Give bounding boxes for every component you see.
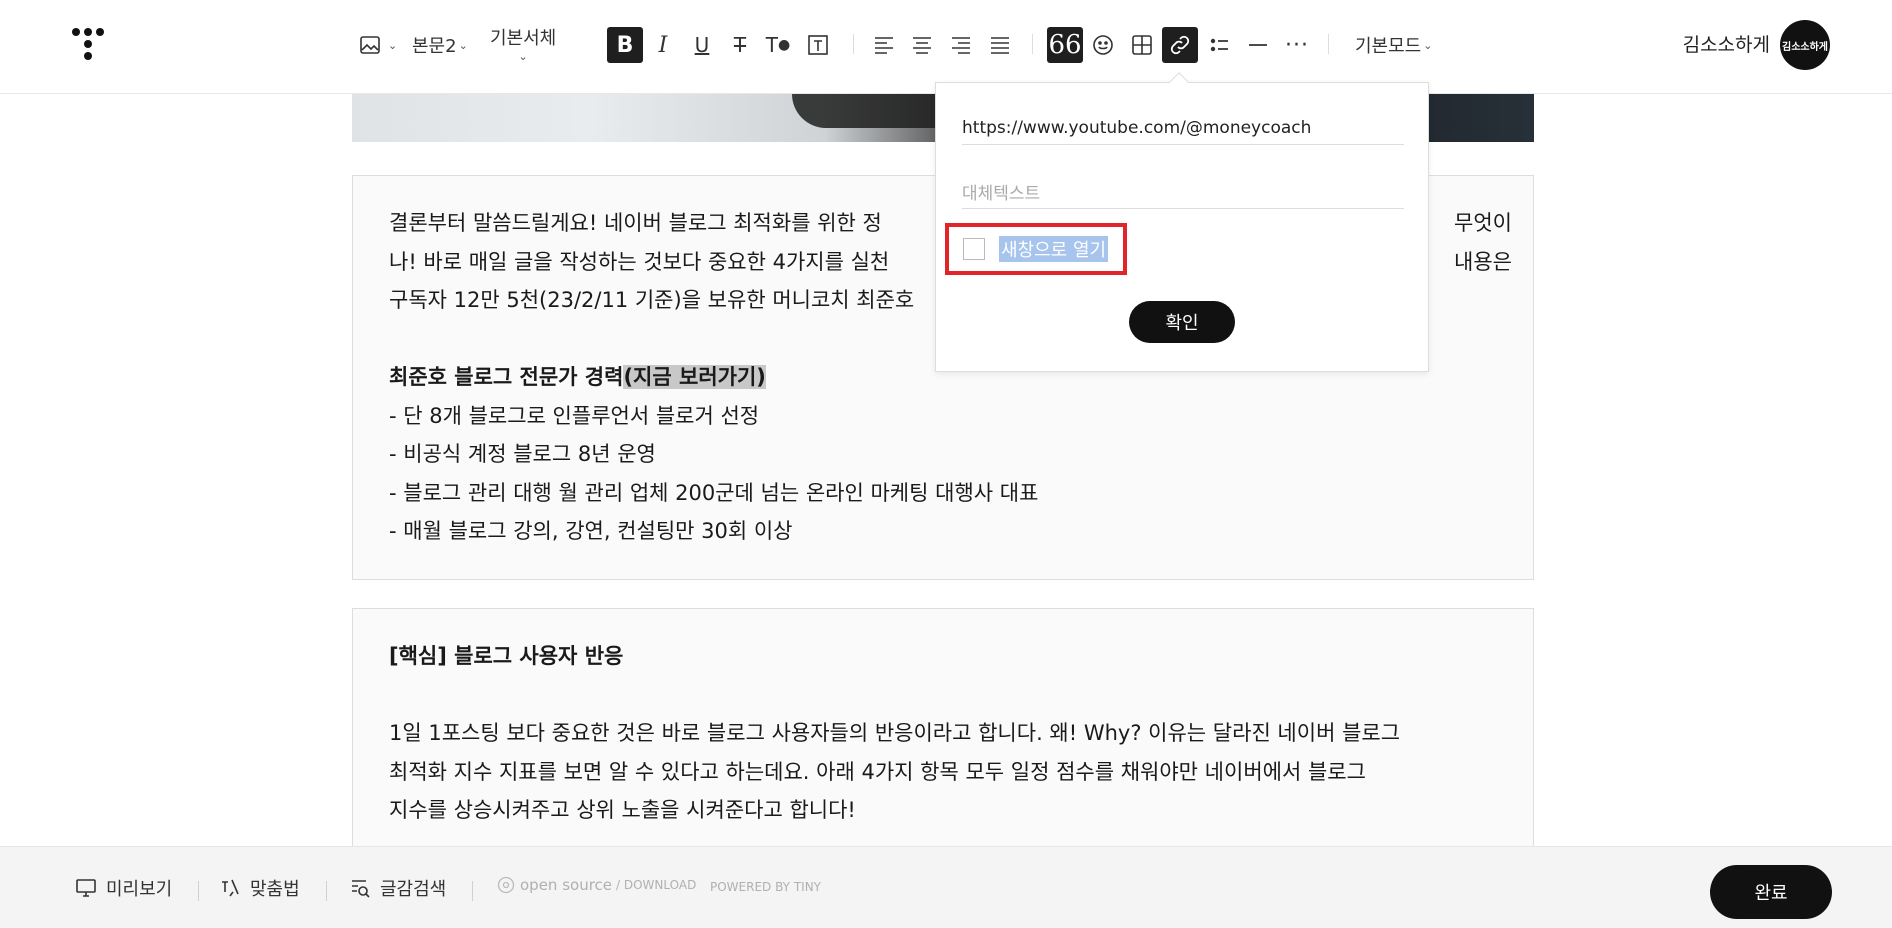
bottom-divider — [198, 881, 199, 901]
user-name[interactable]: 김소소하게 — [1683, 30, 1770, 57]
section-heading: [핵심] 블로그 사용자 반응 — [389, 644, 624, 668]
download-label: / DOWNLOAD — [616, 878, 697, 892]
horizontal-line-button[interactable] — [1240, 22, 1276, 68]
spellcheck-label: 맞춤법 — [250, 879, 300, 900]
smiley-icon — [1085, 27, 1121, 63]
text-color-button[interactable]: T ● — [760, 22, 796, 68]
bottom-divider — [472, 881, 473, 901]
insert-image-dropdown[interactable]: ⌄ — [352, 22, 397, 68]
list-icon — [1202, 27, 1238, 63]
more-options-button[interactable]: ··· — [1279, 22, 1315, 68]
career-item: - 블로그 관리 대행 월 관리 업체 200군데 넘는 온라인 마케팅 대행사… — [389, 480, 1039, 505]
strikethrough-button[interactable]: T — [722, 22, 758, 68]
text-background-icon — [800, 27, 836, 63]
bold-button[interactable]: B — [607, 22, 643, 68]
link-icon — [1162, 27, 1198, 63]
align-left-icon — [866, 27, 902, 63]
search-document-icon — [352, 880, 370, 898]
career-item: - 단 8개 블로그로 인플루언서 블로거 선정 — [389, 403, 760, 428]
align-right-button[interactable] — [943, 22, 979, 68]
table-icon — [1124, 27, 1160, 63]
font-family-dropdown[interactable]: 기본서체 ⌄ — [490, 20, 556, 66]
italic-button[interactable]: I — [645, 22, 681, 68]
spellcheck-icon — [222, 879, 239, 897]
paragraph-line: 지수를 상승시켜주고 상위 노출을 시켜준다고 합니다! — [389, 798, 856, 822]
chevron-down-icon: ⌄ — [458, 38, 468, 52]
text-background-button[interactable] — [800, 22, 836, 68]
bottom-divider — [326, 881, 327, 901]
underline-icon: U — [694, 33, 710, 57]
align-center-icon — [904, 27, 940, 63]
preview-button[interactable]: 미리보기 — [74, 875, 172, 901]
bullet-list-button[interactable] — [1202, 22, 1238, 68]
open-source-link[interactable]: open source / DOWNLOAD — [496, 875, 696, 895]
paragraph-line-tail: 무엇이 내용은 — [1454, 211, 1512, 274]
paragraph-line: 최적화 지수 지표를 보면 알 수 있다고 하는데요. 아래 4가지 항목 모두… — [389, 759, 1366, 784]
font-family-label: 기본서체 — [490, 27, 557, 49]
done-button[interactable]: 완료 — [1710, 865, 1832, 919]
open-new-window-option[interactable]: 새창으로 열기 — [945, 223, 1127, 275]
career-link[interactable]: (지금 보러가기) — [623, 365, 766, 389]
toolbar-divider — [1032, 34, 1033, 54]
paragraph-style-label: 본문2 — [412, 36, 457, 57]
spellcheck-button[interactable]: 맞춤법 — [218, 875, 300, 901]
strikethrough-icon: T — [733, 33, 747, 57]
material-search-label: 글감검색 — [380, 879, 447, 900]
text-color-icon: T ● — [765, 33, 791, 57]
career-item: - 비공식 계정 블로그 8년 운영 — [389, 442, 656, 466]
chevron-down-icon: ⌄ — [388, 38, 398, 52]
powered-by-tiny[interactable]: POWERED BY TINY — [710, 880, 821, 894]
open-source-icon — [497, 876, 515, 894]
monitor-icon — [76, 879, 96, 897]
editor-bottom-bar: 미리보기 맞춤법 글감검색 open source / DOWNLOAD POW… — [0, 846, 1892, 928]
career-item: - 매월 블로그 강의, 강연, 컨설팅만 30회 이상 — [389, 519, 793, 543]
link-alt-text-input[interactable]: 대체텍스트 — [962, 175, 1404, 209]
italic-icon: I — [658, 32, 668, 58]
toolbar-divider — [1328, 34, 1329, 54]
bold-icon: B — [607, 27, 643, 63]
tistory-logo-icon[interactable] — [72, 26, 112, 66]
align-center-button[interactable] — [904, 22, 940, 68]
quote-icon: 66 — [1047, 27, 1083, 63]
image-icon — [352, 27, 388, 63]
editor-mode-label: 기본모드 — [1355, 36, 1422, 57]
table-button[interactable] — [1124, 22, 1160, 68]
align-justify-button[interactable] — [982, 22, 1018, 68]
material-search-button[interactable]: 글감검색 — [348, 875, 446, 901]
link-popup: https://www.youtube.com/@moneycoach 대체텍스… — [935, 82, 1429, 372]
align-right-icon — [943, 27, 979, 63]
editor-mode-dropdown[interactable]: 기본모드 ⌄ — [1355, 22, 1432, 68]
toolbar-divider — [853, 34, 854, 54]
emoticon-button[interactable] — [1085, 22, 1121, 68]
open-source-label: open source — [520, 876, 613, 894]
chevron-down-icon: ⌄ — [518, 49, 528, 63]
link-button[interactable] — [1162, 22, 1198, 68]
new-window-checkbox[interactable] — [963, 238, 985, 260]
more-icon: ··· — [1285, 32, 1309, 58]
horizontal-line-icon — [1240, 27, 1276, 63]
align-left-button[interactable] — [866, 22, 902, 68]
editor-toolbar: ⌄ 본문2 ⌄ 기본서체 ⌄ B I U T T ● 66 ··· 기본모드 ⌄… — [0, 0, 1892, 94]
link-url-input[interactable]: https://www.youtube.com/@moneycoach — [962, 111, 1404, 145]
underline-button[interactable]: U — [684, 22, 720, 68]
confirm-button[interactable]: 확인 — [1129, 301, 1235, 343]
paragraph-style-dropdown[interactable]: 본문2 ⌄ — [412, 22, 468, 68]
quote-button[interactable]: 66 — [1047, 22, 1083, 68]
chevron-down-icon: ⌄ — [1423, 38, 1433, 52]
align-justify-icon — [982, 27, 1018, 63]
preview-label: 미리보기 — [106, 879, 173, 900]
new-window-label[interactable]: 새창으로 열기 — [999, 236, 1109, 262]
avatar[interactable]: 김소소하게 — [1780, 20, 1830, 70]
paragraph-line: 1일 1포스팅 보다 중요한 것은 바로 블로그 사용자들의 반응이라고 합니다… — [389, 721, 1401, 745]
